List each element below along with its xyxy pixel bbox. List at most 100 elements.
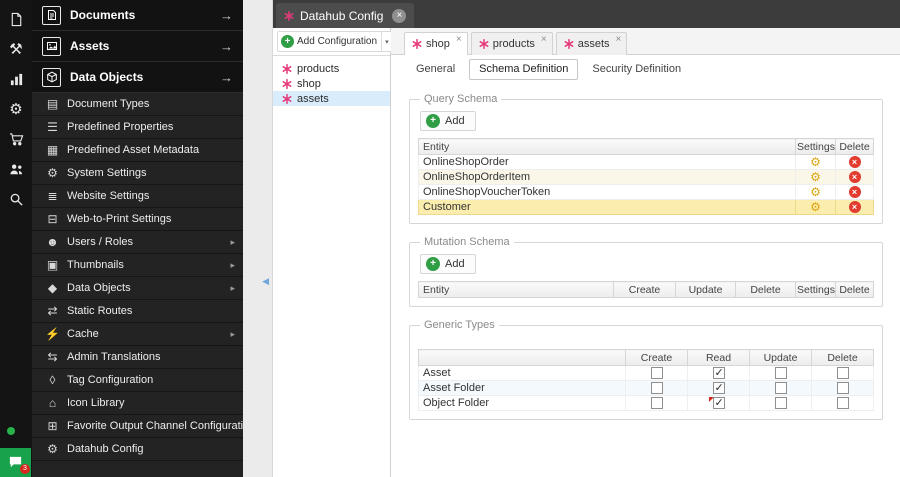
table-row-selected[interactable]: Customer ⚙ × [418,199,874,215]
menu-item-web-to-print-settings[interactable]: ⊟ Web-to-Print Settings [32,208,243,231]
checkbox-object-folder-read[interactable] [712,397,725,410]
column-header-update[interactable]: Update [675,281,736,298]
tab-products[interactable]: products × [470,32,553,55]
menu-item-icon-library[interactable]: ⌂ Icon Library [32,392,243,415]
menu-item-label: Predefined Asset Metadata [67,144,200,156]
row-settings-icon[interactable]: ⚙ [810,156,821,169]
checkbox-asset-delete[interactable] [836,367,849,380]
mutation-schema-table: Entity Create Update Delete Settings Del… [418,281,874,298]
column-header-delete[interactable]: Delete [735,281,796,298]
checkbox-asset-folder-read[interactable] [712,382,725,395]
menu-item-thumbnails[interactable]: ▣ Thumbnails ▸ [32,254,243,277]
menu-item-label: Icon Library [67,397,125,409]
file-icon[interactable] [0,4,32,34]
subtab-general[interactable]: General [406,59,465,80]
users-icon[interactable] [0,154,32,184]
menu-item-users-roles[interactable]: ☻ Users / Roles ▸ [32,231,243,254]
datahub-icon [284,10,294,21]
column-header-delete[interactable]: Delete [811,349,874,366]
menu-item-document-types[interactable]: ▤ Document Types [32,93,243,116]
close-icon[interactable]: × [541,34,547,45]
search-icon[interactable] [0,184,32,214]
menu-item-system-settings[interactable]: ⚙ System Settings [32,162,243,185]
subtab-schema-definition[interactable]: Schema Definition [469,58,579,80]
nav-splitter[interactable]: ◀ [243,0,273,477]
checkbox-asset-folder-create[interactable] [650,382,663,395]
checkbox-asset-update[interactable] [774,367,787,380]
tab-shop[interactable]: shop × [404,32,468,55]
menu-item-predefined-properties[interactable]: ☰ Predefined Properties [32,116,243,139]
close-icon[interactable]: × [392,8,407,23]
ecommerce-cart-icon[interactable] [0,124,32,154]
add-button-label: Add [445,115,465,127]
checkbox-asset-create[interactable] [650,367,663,380]
menu-item-website-settings[interactable]: ≣ Website Settings [32,185,243,208]
menu-item-datahub-config[interactable]: ⚙ Datahub Config [32,438,243,461]
row-delete-icon[interactable]: × [848,156,861,168]
predefined-properties-icon: ☰ [47,120,58,134]
column-header-delete[interactable]: Delete [835,138,874,155]
query-schema-add-button[interactable]: + Add [420,111,476,131]
row-settings-icon[interactable]: ⚙ [810,186,821,199]
entity-cell: Customer [418,199,796,215]
list-item-products[interactable]: products [273,61,390,76]
column-header-create[interactable]: Create [625,349,688,366]
column-header-read[interactable]: Read [687,349,750,366]
menu-item-label: Thumbnails [67,259,124,271]
chat-button[interactable]: 3 [0,448,31,477]
menu-item-predefined-asset-metadata[interactable]: ▦ Predefined Asset Metadata [32,139,243,162]
menu-data-objects-label: Data Objects [70,70,144,84]
menu-item-static-routes[interactable]: ⇄ Static Routes [32,300,243,323]
column-header-update[interactable]: Update [749,349,812,366]
plus-icon: + [426,114,440,128]
schema-definition-content: Query Schema + Add Entity Settings Delet… [391,83,900,477]
table-row[interactable]: OnlineShopVoucherToken ⚙ × [418,184,874,200]
table-row[interactable]: Object Folder [418,395,874,411]
collapse-left-icon[interactable]: ◀ [262,276,269,287]
assets-icon [42,36,61,56]
checkbox-object-folder-delete[interactable] [836,397,849,410]
tab-assets[interactable]: assets × [555,32,628,55]
table-row[interactable]: Asset [418,365,874,381]
checkbox-asset-folder-delete[interactable] [836,382,849,395]
settings-gear-icon[interactable]: ⚙ [0,94,32,124]
add-configuration-button[interactable]: + Add Configuration ▾ [277,31,393,52]
window-tab-datahub-config[interactable]: Datahub Config × [276,3,415,28]
tools-icon[interactable]: ⚒ [0,34,32,64]
column-header-create[interactable]: Create [613,281,676,298]
menu-data-objects[interactable]: Data Objects → [32,62,243,93]
menu-item-admin-translations[interactable]: ⇆ Admin Translations [32,346,243,369]
menu-item-favorite-output-channel-configurations[interactable]: ⊞ Favorite Output Channel Configurations [32,415,243,438]
subtab-security-definition[interactable]: Security Definition [582,59,691,80]
checkbox-object-folder-update[interactable] [774,397,787,410]
row-delete-icon[interactable]: × [848,171,861,183]
close-icon[interactable]: × [616,34,622,45]
menu-item-data-objects[interactable]: ◆ Data Objects ▸ [32,277,243,300]
row-delete-icon[interactable]: × [848,201,861,213]
column-header-settings[interactable]: Settings [795,138,836,155]
column-header-entity[interactable]: Entity [418,281,614,298]
column-header-entity[interactable]: Entity [418,138,796,155]
menu-documents[interactable]: Documents → [32,0,243,31]
row-settings-icon[interactable]: ⚙ [810,201,821,214]
table-row[interactable]: OnlineShopOrderItem ⚙ × [418,169,874,185]
checkbox-object-folder-create[interactable] [650,397,663,410]
list-item-shop[interactable]: shop [273,76,390,91]
menu-item-cache[interactable]: ⚡ Cache ▸ [32,323,243,346]
table-row[interactable]: OnlineShopOrder ⚙ × [418,154,874,170]
close-icon[interactable]: × [456,34,462,45]
column-header-delete[interactable]: Delete [835,281,874,298]
row-delete-icon[interactable]: × [848,186,861,198]
statistics-icon[interactable] [0,64,32,94]
menu-assets[interactable]: Assets → [32,31,243,62]
menu-item-tag-configuration[interactable]: ◊ Tag Configuration [32,369,243,392]
column-header-name[interactable] [418,349,626,366]
checkbox-asset-folder-update[interactable] [774,382,787,395]
table-row[interactable]: Asset Folder [418,380,874,396]
column-header-settings[interactable]: Settings [795,281,836,298]
list-item-assets[interactable]: assets [273,91,390,106]
checkbox-asset-read[interactable] [712,367,725,380]
row-settings-icon[interactable]: ⚙ [810,171,821,184]
caret-down-icon[interactable]: ▾ [381,32,389,51]
mutation-schema-add-button[interactable]: + Add [420,254,476,274]
